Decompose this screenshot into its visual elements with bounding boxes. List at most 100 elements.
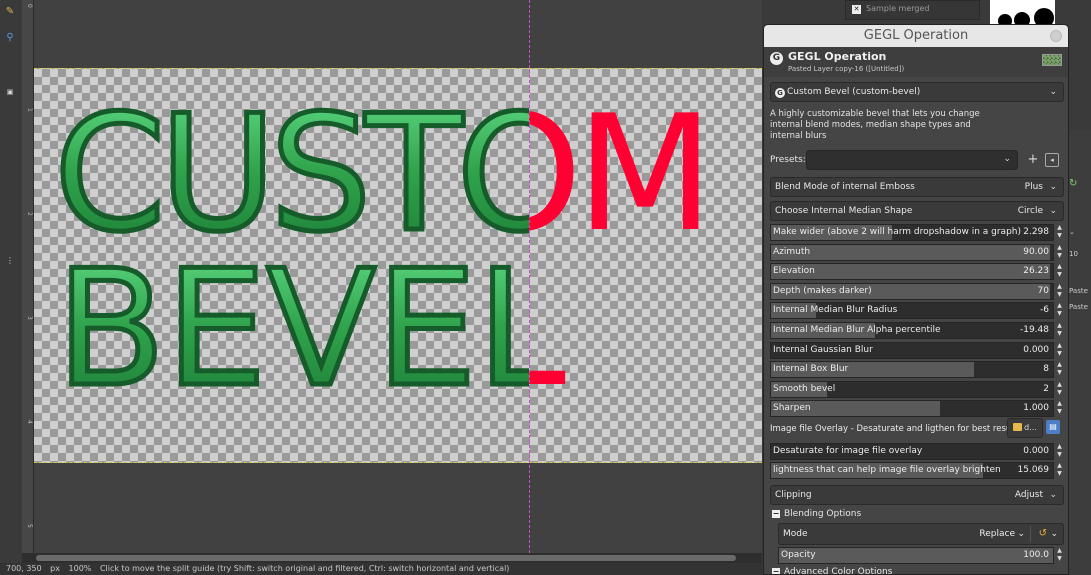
operation-select[interactable]: G Custom Bevel (custom-bevel) ⌄ <box>770 82 1064 102</box>
slider-spinner[interactable]: ▲ ▼ <box>1055 302 1064 319</box>
slider-value: 0.000 <box>1023 345 1049 355</box>
divider <box>1030 526 1031 542</box>
advanced-color-expander[interactable]: − Advanced Color Options <box>772 567 892 575</box>
slider-value: 70 <box>1037 286 1049 296</box>
split-guide[interactable] <box>529 0 530 553</box>
status-bar: 700, 350 px 100% Click to move the split… <box>0 563 762 575</box>
preset-menu-button[interactable]: ◂ <box>1045 153 1059 167</box>
add-preset-button[interactable]: + <box>1026 152 1040 168</box>
layer-label-1[interactable]: Paste <box>1069 287 1091 295</box>
slider-label: Make wider (above 2 will harm dropshadow… <box>773 227 1021 237</box>
slider-value: -6 <box>1040 305 1049 315</box>
slider-spinner[interactable]: ▲ ▼ <box>1055 342 1064 359</box>
layer-thumbnail <box>1042 54 1062 66</box>
blend-mode-select[interactable]: Blend Mode of internal Emboss Plus ⌄ <box>770 177 1064 197</box>
slider-label: Opacity <box>781 550 816 560</box>
dialog-title: GEGL Operation <box>863 28 969 43</box>
slider-value: 26.23 <box>1023 266 1049 276</box>
slider-label: Internal Median Blur Radius <box>773 305 898 315</box>
image-canvas[interactable]: CUSTOM BEVEL CUSTOM BEVEL <box>34 0 762 553</box>
median-shape-select[interactable]: Choose Internal Median Shape Circle ⌄ <box>770 201 1064 221</box>
paint-tool-icon[interactable]: ✎ <box>4 6 16 18</box>
desaturate-slider[interactable]: Desaturate for image file overlay 0.000 <box>770 443 1054 460</box>
slider-label: Azimuth <box>773 247 811 257</box>
lightness-slider[interactable]: lightness that can help image file overl… <box>770 462 1054 479</box>
tool-options-icon[interactable]: ▣ <box>4 86 16 98</box>
lightness-spinner[interactable]: ▲ ▼ <box>1055 462 1064 479</box>
param-slider[interactable]: Internal Median Blur Radius -6 <box>770 302 1054 319</box>
composite-swap-icon[interactable]: ↺ <box>1039 524 1047 544</box>
slider-spinner[interactable]: ▲ ▼ <box>1055 361 1064 378</box>
dock-handle-icon[interactable]: ⋮ <box>4 255 16 267</box>
param-slider[interactable]: Depth (makes darker) 70 <box>770 283 1054 300</box>
slider-spinner[interactable]: ▲ ▼ <box>1055 224 1064 241</box>
slider-spinner[interactable]: ▲ ▼ <box>1055 283 1064 300</box>
slider-label: Internal Median Blur Alpha percentile <box>773 325 941 335</box>
slider-label: Smooth bevel <box>773 384 836 394</box>
slider-value: 2 <box>1043 384 1049 394</box>
presets-select[interactable]: ⌄ <box>806 150 1018 170</box>
slider-spinner[interactable]: ▲ ▼ <box>1055 322 1064 339</box>
collapse-icon: − <box>772 567 780 575</box>
chevron-down-icon[interactable]: ⌄ <box>1069 228 1091 236</box>
zoom-select[interactable]: 100% <box>69 564 92 573</box>
sample-merged-checkbox[interactable]: ✕ <box>852 5 861 14</box>
slider-label: Internal Gaussian Blur <box>773 345 873 355</box>
collapse-icon: − <box>772 509 780 518</box>
chevron-down-icon: ⌄ <box>1017 529 1025 539</box>
param-slider[interactable]: Make wider (above 2 will harm dropshadow… <box>770 224 1054 241</box>
layer-label-2[interactable]: Paste <box>1069 303 1091 311</box>
dialog-titlebar[interactable]: GEGL Operation <box>764 25 1068 47</box>
chevron-down-icon: ⌄ <box>1049 490 1057 500</box>
clipping-select[interactable]: Clipping Adjust ⌄ <box>770 485 1064 505</box>
chevron-down-icon[interactable]: ⌄ <box>1050 524 1058 544</box>
file-chooser-button[interactable]: d... <box>1007 418 1043 438</box>
param-slider[interactable]: Internal Gaussian Blur 0.000 <box>770 342 1054 359</box>
file-chooser-label: d... <box>1024 423 1037 432</box>
opacity-slider[interactable]: Opacity 100.0 <box>778 547 1054 564</box>
refresh-icon[interactable]: ↻ <box>1069 178 1091 189</box>
slider-value: 1.000 <box>1023 403 1049 413</box>
open-file-icon[interactable]: ▤ <box>1046 420 1060 434</box>
slider-spinner[interactable]: ▲ ▼ <box>1055 381 1064 398</box>
close-button[interactable] <box>1050 30 1062 42</box>
param-slider[interactable]: Internal Box Blur 8 <box>770 361 1054 378</box>
file-icon <box>1013 423 1023 431</box>
presets-label: Presets: <box>770 155 806 165</box>
slider-value: 90.00 <box>1023 247 1049 257</box>
param-slider[interactable]: Internal Median Blur Alpha percentile -19… <box>770 322 1054 339</box>
ruler-tick-label: 2 <box>26 212 33 216</box>
slider-value: 2.298 <box>1023 227 1049 237</box>
gegl-logo-icon: G <box>775 88 785 98</box>
scrollbar-thumb[interactable] <box>36 555 736 561</box>
layer-checkerboard: CUSTOM BEVEL CUSTOM BEVEL <box>34 68 762 463</box>
slider-label: Depth (makes darker) <box>773 286 872 296</box>
combo-value: Circle <box>1017 206 1043 216</box>
slider-spinner[interactable]: ▲ ▼ <box>1055 263 1064 280</box>
blending-options-expander[interactable]: − Blending Options <box>772 509 861 519</box>
desaturate-spinner[interactable]: ▲ ▼ <box>1055 443 1064 460</box>
param-slider[interactable]: Sharpen 1.000 <box>770 400 1054 417</box>
slider-spinner[interactable]: ▲ ▼ <box>1055 244 1064 261</box>
horizontal-scrollbar[interactable] <box>22 553 762 563</box>
slider-spinner[interactable]: ▲ ▼ <box>1055 400 1064 417</box>
chevron-down-icon: ⌄ <box>1049 87 1057 97</box>
operation-name: Custom Bevel (custom-bevel) <box>787 87 921 97</box>
sample-merged-option[interactable]: ✕ Sample merged <box>845 0 980 20</box>
combo-value: Adjust <box>1014 490 1043 500</box>
blend-mode-row[interactable]: Mode Replace ⌄ ↺ ⌄ <box>778 523 1064 545</box>
slider-value: 0.000 <box>1023 446 1049 456</box>
mode-label: Mode <box>783 529 808 539</box>
param-slider[interactable]: Smooth bevel 2 <box>770 381 1054 398</box>
slider-label: Internal Box Blur <box>773 364 849 374</box>
unit-select[interactable]: px <box>50 564 60 573</box>
ruler-tick-label: 1 <box>26 108 33 112</box>
param-slider[interactable]: Azimuth 90.00 <box>770 244 1054 261</box>
param-slider[interactable]: Elevation 26.23 <box>770 263 1054 280</box>
right-dock-sliver: ↻ ⌄ 10 Paste Paste <box>1069 130 1091 575</box>
slider-label: Sharpen <box>773 403 811 413</box>
zoom-tool-icon[interactable]: ⚲ <box>4 32 16 44</box>
expander-label: Blending Options <box>784 509 862 519</box>
opacity-spinner[interactable]: ▲ ▼ <box>1055 547 1064 564</box>
ruler-tick-label: 4 <box>26 420 33 424</box>
